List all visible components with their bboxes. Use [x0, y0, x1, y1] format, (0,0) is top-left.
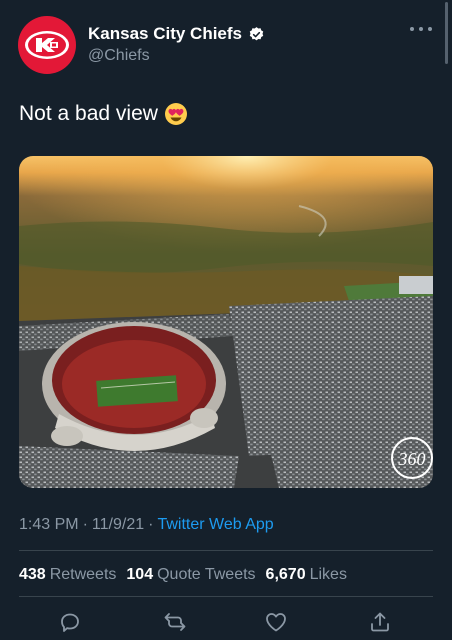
meta-separator: · [148, 516, 154, 533]
share-button[interactable] [368, 610, 392, 634]
likes-label: Likes [309, 566, 347, 583]
reply-button[interactable] [58, 610, 82, 634]
scrollbar[interactable] [445, 2, 448, 64]
meta-separator: · [82, 516, 88, 533]
tweet-text-body: Not a bad view [19, 102, 158, 125]
retweets-stat[interactable]: 438 Retweets [19, 566, 116, 584]
stadium-aerial-photo: 360 [19, 156, 433, 488]
divider [19, 550, 433, 551]
tweet-header: Kansas City Chiefs @Chiefs [18, 16, 438, 74]
tweet-detail-page: Kansas City Chiefs @Chiefs Not a bad vie… [0, 0, 452, 640]
retweets-count: 438 [19, 566, 46, 583]
heart-eyes-emoji [164, 103, 187, 125]
author-names[interactable]: Kansas City Chiefs @Chiefs [88, 24, 265, 65]
engagement-stats: 438 Retweets 104 Quote Tweets 6,670 Likes [19, 566, 347, 584]
verified-badge-icon [249, 26, 264, 40]
avatar[interactable] [18, 16, 76, 74]
more-icon[interactable] [410, 24, 432, 34]
reply-icon [61, 613, 79, 632]
photo-watermark: 360 [398, 449, 426, 469]
tweet-text: Not a bad view [19, 102, 188, 126]
retweet-icon [164, 613, 186, 631]
retweet-button[interactable] [163, 610, 187, 634]
tweet-photo[interactable]: 360 [19, 156, 433, 488]
divider [19, 596, 433, 597]
quotes-stat[interactable]: 104 Quote Tweets [126, 566, 255, 584]
quotes-label: Quote Tweets [157, 566, 256, 583]
tweet-time[interactable]: 1:43 PM [19, 516, 79, 534]
likes-stat[interactable]: 6,670 Likes [266, 566, 347, 584]
quotes-count: 104 [126, 566, 154, 583]
share-icon [371, 612, 389, 632]
tweet-actions [0, 604, 452, 640]
tweet-date[interactable]: 11/9/21 [92, 516, 144, 534]
handle[interactable]: @Chiefs [88, 47, 265, 65]
display-name[interactable]: Kansas City Chiefs [88, 24, 242, 44]
like-icon [266, 613, 286, 632]
tweet-source-link[interactable]: Twitter Web App [157, 516, 273, 534]
likes-count: 6,670 [265, 566, 306, 583]
tweet-metadata: 1:43 PM · 11/9/21 · Twitter Web App [19, 516, 274, 534]
retweets-label: Retweets [49, 566, 117, 583]
like-button[interactable] [264, 610, 288, 634]
chiefs-logo-icon [25, 31, 69, 59]
